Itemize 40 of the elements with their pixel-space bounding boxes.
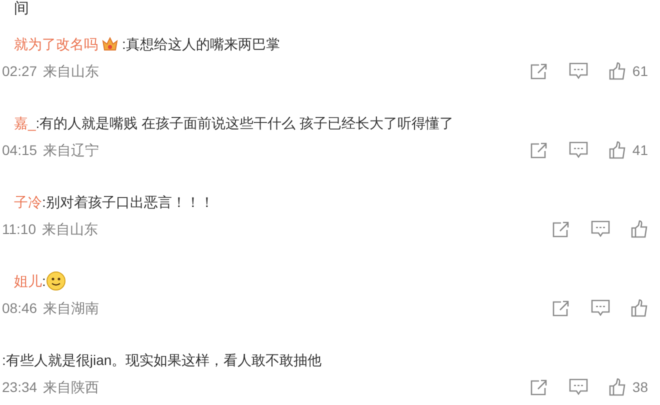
comment-time: 08:46 [2, 298, 38, 318]
comment-icon[interactable] [569, 141, 588, 159]
share-icon[interactable] [530, 62, 548, 80]
like-count: 41 [632, 140, 648, 160]
like-count: 38 [632, 378, 648, 396]
section-title: 间 [13, 0, 30, 18]
share-icon[interactable] [530, 378, 548, 396]
share-icon[interactable] [530, 142, 548, 158]
comment-text: :别对着孩子口出恶言！！！ [42, 192, 214, 212]
username-link[interactable]: 子冷 [2, 192, 42, 212]
share-icon[interactable] [552, 220, 570, 238]
comment-icon[interactable] [591, 220, 610, 238]
thumbs-up-icon[interactable] [609, 62, 626, 80]
comment-icon[interactable] [569, 62, 588, 80]
username-link[interactable]: 姐儿 [2, 270, 42, 292]
comment-time: 11:10 [2, 220, 36, 238]
comment-text: :真想给这人的嘴来两巴掌 [122, 34, 280, 54]
comment-location: 来自山东 [42, 220, 98, 238]
thumbs-up-icon[interactable] [631, 220, 648, 238]
comment-text: : [42, 272, 46, 290]
comment-location: 来自陕西 [43, 378, 100, 396]
comment-icon[interactable] [569, 378, 588, 396]
thumbs-up-icon[interactable] [609, 141, 626, 159]
share-icon[interactable] [552, 300, 570, 316]
thumbs-up-icon[interactable] [609, 378, 626, 396]
comment-location: 来自湖南 [43, 298, 100, 318]
username-link[interactable]: 嘉_ [2, 112, 36, 134]
comment-text: :有些人就是很jian。现实如果这样，看人敢不敢抽他 [2, 350, 322, 370]
comment-location: 来自辽宁 [43, 140, 100, 160]
comment-time: 02:27 [2, 62, 38, 80]
smiley-emoji-icon [46, 271, 66, 291]
comment-time: 23:34 [2, 378, 38, 396]
crown-badge-icon [101, 35, 119, 53]
comment-location: 来自山东 [43, 62, 100, 80]
like-count: 61 [632, 62, 648, 80]
comment-icon[interactable] [591, 299, 610, 317]
comment-text: :有的人就是嘴贱 在孩子面前说这些干什么 孩子已经长大了听得懂了 [36, 114, 454, 130]
thumbs-up-icon[interactable] [631, 299, 648, 317]
comment-time: 04:15 [2, 140, 38, 160]
username-link[interactable]: 就为了改名吗 [2, 34, 98, 54]
